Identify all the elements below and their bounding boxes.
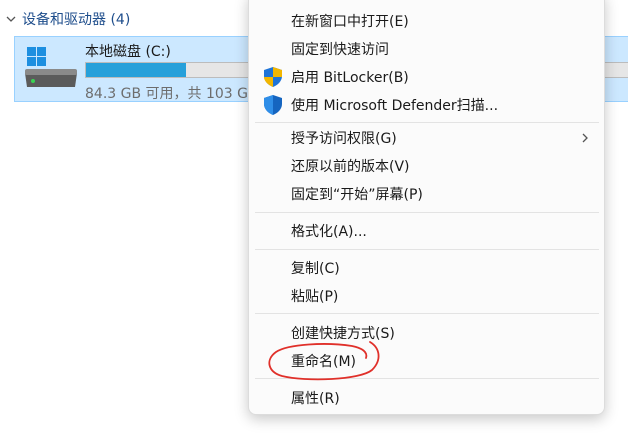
- menu-item-label: 创建快捷方式(S): [291, 326, 395, 342]
- menu-item-label: 固定到“开始”屏幕(P): [291, 187, 423, 203]
- drive-usage-fill: [86, 63, 187, 77]
- menu-item-label: 使用 Microsoft Defender扫描...: [291, 98, 499, 114]
- menu-item-label: 属性(R): [291, 391, 340, 407]
- devices-drives-group-header[interactable]: 设备和驱动器 (4): [0, 6, 130, 32]
- menu-item-properties[interactable]: 属性(R): [253, 384, 601, 412]
- menu-item-paste[interactable]: 粘贴(P): [253, 282, 601, 310]
- chevron-right-icon: [582, 133, 588, 143]
- menu-separator: [255, 122, 599, 123]
- menu-item-label: 固定到快速访问: [291, 42, 389, 58]
- menu-item-label: 格式化(A)...: [291, 224, 367, 240]
- menu-item-pin-quick-access[interactable]: 固定到快速访问: [253, 35, 601, 63]
- menu-separator: [255, 378, 599, 379]
- menu-item-label: 在新窗口中打开(E): [291, 14, 409, 30]
- menu-item-label: 还原以前的版本(V): [291, 159, 410, 175]
- menu-item-pin-start[interactable]: 固定到“开始”屏幕(P): [253, 180, 601, 208]
- shield-icon: [264, 67, 282, 87]
- menu-item-label: 重命名(M): [291, 354, 357, 370]
- defender-icon: [264, 95, 282, 115]
- menu-item-label: 复制(C): [291, 261, 340, 277]
- chevron-down-icon: [6, 16, 16, 22]
- menu-item-restore-versions[interactable]: 还原以前的版本(V): [253, 152, 601, 180]
- menu-item-label: 授予访问权限(G): [291, 131, 397, 147]
- menu-item-label: 启用 BitLocker(B): [291, 70, 409, 86]
- context-menu: 在新窗口中打开(E) 固定到快速访问 启用 BitLocker(B) 使用 Mi…: [248, 0, 605, 415]
- menu-item-enable-bitlocker[interactable]: 启用 BitLocker(B): [253, 63, 601, 91]
- menu-separator: [255, 313, 599, 314]
- drive-space-text: 84.3 GB 可用，共 103 GB: [85, 86, 258, 102]
- hard-drive-icon: [25, 47, 77, 87]
- menu-item-open-new-window[interactable]: 在新窗口中打开(E): [253, 7, 601, 35]
- menu-item-copy[interactable]: 复制(C): [253, 254, 601, 282]
- menu-item-label: 粘贴(P): [291, 289, 339, 305]
- drive-name: 本地磁盘 (C:): [85, 44, 171, 60]
- menu-separator: [255, 212, 599, 213]
- group-title: 设备和驱动器 (4): [22, 12, 131, 28]
- menu-item-grant-access[interactable]: 授予访问权限(G): [253, 124, 601, 152]
- menu-item-format[interactable]: 格式化(A)...: [253, 217, 601, 245]
- menu-item-rename[interactable]: 重命名(M): [253, 347, 601, 375]
- menu-item-defender-scan[interactable]: 使用 Microsoft Defender扫描...: [253, 91, 601, 119]
- menu-item-create-shortcut[interactable]: 创建快捷方式(S): [253, 319, 601, 347]
- menu-separator: [255, 249, 599, 250]
